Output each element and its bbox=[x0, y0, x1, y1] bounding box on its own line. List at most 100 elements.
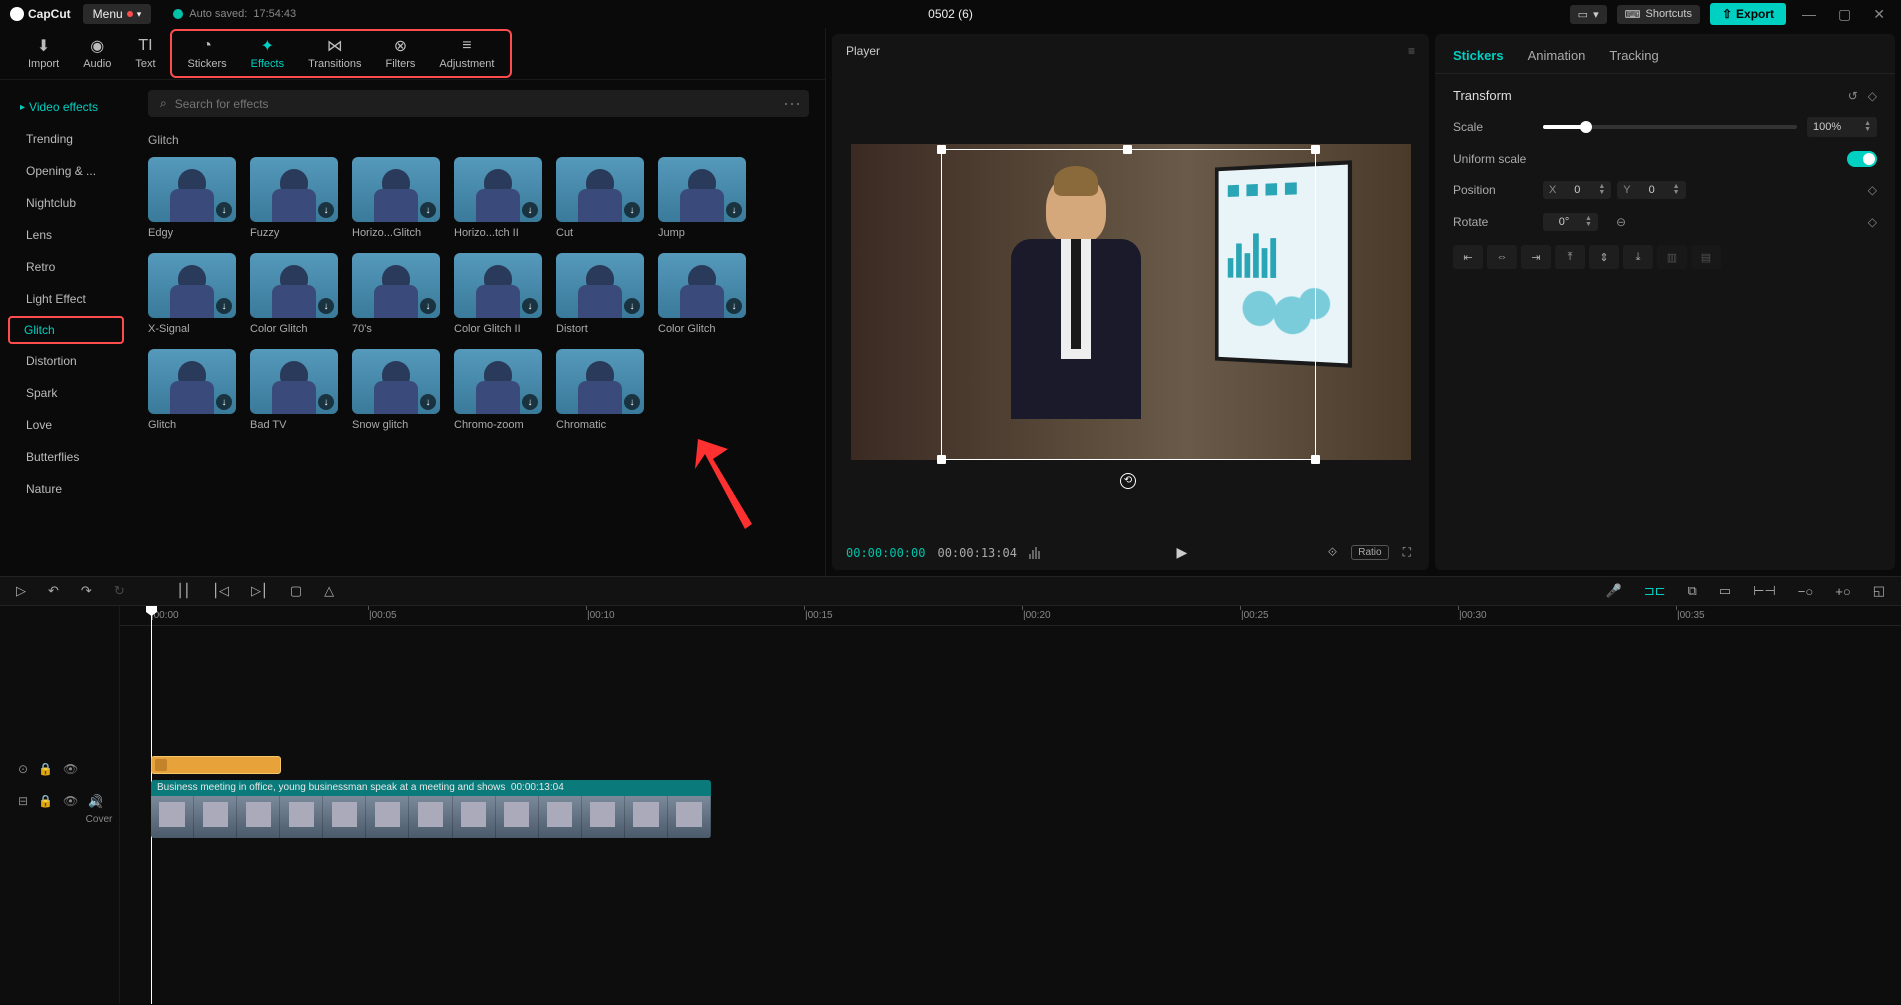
download-icon[interactable]: ↓ bbox=[522, 394, 538, 410]
track-options-icon[interactable]: ⊙ bbox=[18, 762, 28, 776]
sidebar-header-video-effects[interactable]: Video effects bbox=[8, 92, 124, 122]
search-bar[interactable]: ⌕ ⋯ bbox=[148, 90, 809, 117]
timeline-tracks[interactable]: |00:00|00:05|00:10|00:15|00:20|00:25|00:… bbox=[120, 606, 1901, 1004]
pointer-tool[interactable]: ▷ bbox=[12, 581, 30, 601]
effect-preview[interactable]: ↓ bbox=[658, 253, 746, 318]
effect-thumb[interactable]: ↓Jump bbox=[658, 157, 746, 239]
position-x-input[interactable]: X0▲▼ bbox=[1543, 181, 1611, 199]
shortcuts-button[interactable]: ⌨ Shortcuts bbox=[1617, 5, 1700, 24]
effect-preview[interactable]: ↓ bbox=[250, 349, 338, 414]
rotate-keyframe-icon[interactable]: ◇ bbox=[1868, 215, 1877, 229]
reset-transform-icon[interactable]: ↺ bbox=[1848, 89, 1858, 103]
zoom-in-button[interactable]: +○ bbox=[1831, 582, 1854, 601]
sidebar-item-glitch[interactable]: Glitch bbox=[8, 316, 124, 344]
effect-thumb[interactable]: ↓X-Signal bbox=[148, 253, 236, 335]
sidebar-item-trending[interactable]: Trending bbox=[8, 124, 124, 154]
video-clip[interactable]: Business meeting in office, young busine… bbox=[151, 780, 711, 838]
selection-box[interactable]: ⟲ bbox=[941, 149, 1316, 460]
effects-tab[interactable]: ✦Effects bbox=[239, 33, 296, 74]
position-keyframe-icon[interactable]: ◇ bbox=[1868, 183, 1877, 197]
zoom-out-button[interactable]: −○ bbox=[1794, 582, 1817, 601]
effect-preview[interactable]: ↓ bbox=[148, 349, 236, 414]
search-input[interactable] bbox=[175, 97, 797, 111]
download-icon[interactable]: ↓ bbox=[318, 298, 334, 314]
effect-preview[interactable]: ↓ bbox=[148, 253, 236, 318]
mic-button[interactable]: 🎤 bbox=[1602, 581, 1626, 601]
search-options-icon[interactable]: ⋯ bbox=[783, 99, 801, 109]
sidebar-item-nightclub[interactable]: Nightclub bbox=[8, 188, 124, 218]
download-icon[interactable]: ↓ bbox=[216, 202, 232, 218]
track-collapse-icon[interactable]: ⊟ bbox=[18, 794, 28, 808]
effect-preview[interactable]: ↓ bbox=[352, 253, 440, 318]
effect-thumb[interactable]: ↓Color Glitch bbox=[250, 253, 338, 335]
text-tab[interactable]: TIText bbox=[123, 33, 167, 74]
effect-preview[interactable]: ↓ bbox=[556, 253, 644, 318]
audio-tab[interactable]: ◉Audio bbox=[71, 33, 123, 74]
adjustment-tab[interactable]: ≡Adjustment bbox=[427, 33, 506, 74]
effect-preview[interactable]: ↓ bbox=[658, 157, 746, 222]
align-right-button[interactable]: ⇥ bbox=[1521, 245, 1551, 269]
delete-button[interactable]: ▢ bbox=[286, 581, 306, 601]
download-icon[interactable]: ↓ bbox=[216, 298, 232, 314]
effect-thumb[interactable]: ↓Glitch bbox=[148, 349, 236, 431]
undo-button[interactable]: ↶ bbox=[44, 581, 63, 601]
effect-preview[interactable]: ↓ bbox=[352, 157, 440, 222]
download-icon[interactable]: ↓ bbox=[420, 202, 436, 218]
effect-preview[interactable]: ↓ bbox=[454, 253, 542, 318]
sidebar-item-nature[interactable]: Nature bbox=[8, 474, 124, 504]
minimize-button[interactable]: — bbox=[1796, 4, 1822, 24]
effect-thumb[interactable]: ↓Bad TV bbox=[250, 349, 338, 431]
export-button[interactable]: ⇧ Export bbox=[1710, 3, 1786, 25]
effect-thumb[interactable]: ↓70's bbox=[352, 253, 440, 335]
align-left-button[interactable]: ⇤ bbox=[1453, 245, 1483, 269]
rotate-flip-icon[interactable]: ⊖ bbox=[1616, 215, 1626, 229]
download-icon[interactable]: ↓ bbox=[624, 202, 640, 218]
trim-left-button[interactable]: ⎮◁ bbox=[208, 581, 233, 601]
align-vcenter-button[interactable]: ⇕ bbox=[1589, 245, 1619, 269]
play-button[interactable]: ▶ bbox=[1176, 544, 1187, 561]
scale-input[interactable]: 100% ▲▼ bbox=[1807, 117, 1877, 137]
tab-stickers[interactable]: Stickers bbox=[1453, 48, 1504, 63]
fullscreen-button[interactable]: ⛶ bbox=[1399, 543, 1415, 562]
sidebar-item-lens[interactable]: Lens bbox=[8, 220, 124, 250]
player-viewport[interactable]: ⟲ bbox=[832, 68, 1429, 535]
sticker-clip[interactable] bbox=[151, 756, 281, 774]
track-visibility-icon[interactable]: 👁 bbox=[63, 794, 78, 808]
magnet-button[interactable]: ⊐⊏ bbox=[1640, 581, 1670, 601]
keyframe-transform-icon[interactable]: ◇ bbox=[1868, 89, 1877, 103]
ratio-button[interactable]: Ratio bbox=[1351, 545, 1388, 560]
effect-preview[interactable]: ↓ bbox=[148, 157, 236, 222]
effect-thumb[interactable]: ↓Edgy bbox=[148, 157, 236, 239]
resize-handle-tc[interactable] bbox=[1123, 145, 1132, 154]
resize-handle-tl[interactable] bbox=[937, 145, 946, 154]
cover-button[interactable]: ✎ Cover bbox=[79, 788, 119, 838]
sidebar-item-spark[interactable]: Spark bbox=[8, 378, 124, 408]
effect-thumb[interactable]: ↓Distort bbox=[556, 253, 644, 335]
rotate-input[interactable]: 0°▲▼ bbox=[1543, 213, 1598, 231]
effect-thumb[interactable]: ↓Chromatic bbox=[556, 349, 644, 431]
align-top-button[interactable]: ⤒ bbox=[1555, 245, 1585, 269]
split-button[interactable]: ⎮⎮ bbox=[173, 581, 195, 601]
transitions-tab[interactable]: ⋈Transitions bbox=[296, 33, 373, 74]
zoom-fit-button[interactable]: ◱ bbox=[1869, 581, 1889, 601]
resize-handle-bl[interactable] bbox=[937, 455, 946, 464]
uniform-scale-toggle[interactable] bbox=[1847, 151, 1877, 167]
align-hcenter-button[interactable]: ⇔ bbox=[1487, 245, 1517, 269]
sidebar-item-distortion[interactable]: Distortion bbox=[8, 346, 124, 376]
download-icon[interactable]: ↓ bbox=[624, 394, 640, 410]
download-icon[interactable]: ↓ bbox=[318, 202, 334, 218]
rotate-handle[interactable]: ⟲ bbox=[1120, 473, 1136, 489]
track-visibility-icon[interactable]: 👁 bbox=[63, 762, 78, 776]
effect-thumb[interactable]: ↓Horizo...tch II bbox=[454, 157, 542, 239]
player-menu-icon[interactable]: ≡ bbox=[1408, 44, 1415, 58]
download-icon[interactable]: ↓ bbox=[522, 298, 538, 314]
position-y-input[interactable]: Y0▲▼ bbox=[1617, 181, 1685, 199]
snap-button[interactable]: ⊢⊣ bbox=[1749, 581, 1780, 601]
resize-handle-br[interactable] bbox=[1311, 455, 1320, 464]
effect-thumb[interactable]: ↓Horizo...Glitch bbox=[352, 157, 440, 239]
download-icon[interactable]: ↓ bbox=[318, 394, 334, 410]
effect-thumb[interactable]: ↓Cut bbox=[556, 157, 644, 239]
effect-preview[interactable]: ↓ bbox=[556, 157, 644, 222]
tab-tracking[interactable]: Tracking bbox=[1609, 48, 1658, 63]
maximize-button[interactable]: ▢ bbox=[1832, 4, 1857, 25]
